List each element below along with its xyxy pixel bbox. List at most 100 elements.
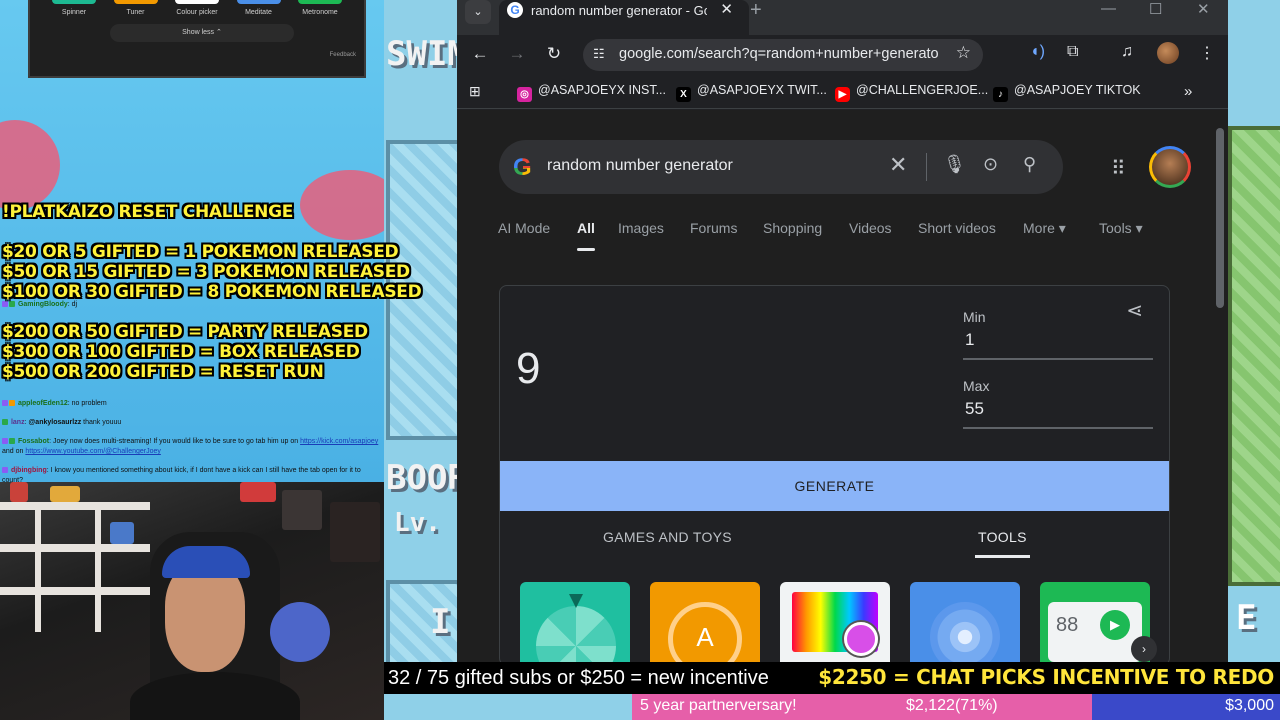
site-info-icon[interactable]: ☷: [593, 46, 605, 62]
incentive-ticker: 32 / 75 gifted subs or $250 = new incent…: [384, 662, 1280, 694]
tuner-tool[interactable]: Tuner: [110, 0, 162, 18]
next-arrow-button[interactable]: ›: [1131, 636, 1157, 662]
new-tab-button[interactable]: +: [750, 0, 762, 22]
close-tab-icon[interactable]: ✕: [720, 0, 733, 18]
metronome-bpm: 88: [1056, 614, 1079, 636]
chat-message: appleofEden12: no problem: [2, 399, 382, 409]
profile-avatar[interactable]: [1157, 42, 1179, 64]
tab-images[interactable]: Images: [618, 220, 664, 236]
search-box[interactable]: G random number generator ✕ 🎙 ⊙ ⚲: [499, 140, 1063, 194]
meditate-tool[interactable]: Meditate: [233, 0, 285, 18]
plush-toy: [270, 602, 330, 662]
clear-search-icon[interactable]: ✕: [889, 152, 907, 178]
reload-button[interactable]: ↻: [544, 44, 564, 64]
kick-link[interactable]: https://kick.com/asapjoey: [300, 438, 378, 445]
audio-icon[interactable]: ◖): [1030, 43, 1045, 61]
webcam-feed: [0, 482, 384, 720]
goal-current: $2,122(71%): [906, 697, 998, 714]
tab-tools[interactable]: Tools ▾: [1099, 220, 1143, 237]
spinner-tool[interactable]: Spinner: [48, 0, 100, 18]
min-label: Min: [963, 309, 986, 325]
bookmark-instagram[interactable]: ◎ @ASAPJOEYX INST...: [517, 83, 666, 102]
spinner-wheel-icon: [536, 606, 616, 665]
feedback-link[interactable]: Feedback: [330, 52, 356, 58]
address-bar[interactable]: ☷ google.com/search?q=random+number+gene…: [583, 39, 983, 71]
x-icon: X: [676, 87, 691, 102]
show-less-button[interactable]: Show less ⌃: [110, 24, 294, 42]
bookmark-star-icon[interactable]: ☆: [956, 43, 971, 63]
lens-search-icon[interactable]: ⊙: [983, 154, 998, 175]
challenge-tier: $300 OR 100 GIFTED = BOX RELEASED: [2, 342, 360, 362]
colour-picker-card[interactable]: [780, 582, 890, 665]
browser-tab-active[interactable]: G random number generator - Google Searc…: [499, 0, 749, 35]
min-input[interactable]: 1: [963, 330, 1153, 360]
chat-message: djbingbing: I know you mentioned somethi…: [2, 467, 361, 484]
challenge-overlay: !PLATKAIZO RESET CHALLENGE $20 OR 5 GIFT…: [2, 202, 462, 382]
game-text: SWIM: [386, 34, 468, 74]
max-label: Max: [963, 378, 990, 394]
back-button[interactable]: ←: [470, 44, 490, 64]
google-apps-icon[interactable]: ⠿: [1111, 156, 1126, 181]
forward-button[interactable]: →: [507, 44, 527, 64]
search-query: random number generator: [547, 157, 733, 174]
chat-username[interactable]: djbingbing: [11, 467, 47, 474]
spinner-card[interactable]: [520, 582, 630, 665]
tab-all[interactable]: All: [577, 220, 595, 251]
tab-bar: ⌄ G random number generator - Google Sea…: [457, 0, 1228, 35]
game-text: Lv.: [394, 508, 441, 538]
colour-picker-tool[interactable]: Colour picker: [171, 0, 223, 18]
metronome-tool[interactable]: Metronome: [294, 0, 346, 18]
tab-videos[interactable]: Videos: [849, 220, 892, 236]
maximize-button[interactable]: ☐: [1149, 0, 1162, 18]
tab-games-and-toys[interactable]: GAMES AND TOYS: [603, 529, 732, 545]
bookmark-youtube[interactable]: ▶ @CHALLENGERJOE...: [835, 83, 988, 102]
challenge-title: !PLATKAIZO RESET CHALLENGE: [2, 202, 294, 222]
extensions-icon[interactable]: ⧉: [1067, 43, 1078, 61]
tab-tools-category[interactable]: TOOLS: [975, 529, 1030, 558]
generate-button[interactable]: GENERATE: [500, 461, 1169, 511]
browser-toolbar: ← → ↻ ☷ google.com/search?q=random+numbe…: [457, 35, 1228, 75]
share-icon[interactable]: ⋖: [1126, 298, 1143, 323]
minimize-button[interactable]: —: [1101, 0, 1116, 17]
tuner-card[interactable]: A: [650, 582, 760, 665]
apps-grid-icon[interactable]: ⊞: [469, 83, 481, 100]
decor-blob: [0, 120, 60, 210]
bookmark-x[interactable]: X @ASAPJOEYX TWIT...: [676, 83, 827, 102]
chat-message: Fossabot: Joey now does multi-streaming!…: [2, 438, 379, 455]
youtube-link[interactable]: https://www.youtube.com/@ChallengerJoey: [25, 448, 161, 455]
streamer: [165, 562, 245, 672]
tab-forums[interactable]: Forums: [690, 220, 737, 236]
rng-result: 9: [516, 344, 541, 393]
more-bookmarks-icon[interactable]: »: [1184, 83, 1192, 100]
random-number-generator-widget: 9 ⋖ Min 1 Max 55 GENERATE GAMES AND TOYS…: [499, 285, 1170, 666]
goal-progress-bar: 5 year partnerversary! $2,122(71%) $3,00…: [632, 694, 1280, 720]
tab-search-button[interactable]: ⌄: [465, 0, 491, 24]
instagram-icon: ◎: [517, 87, 532, 102]
chat-username[interactable]: lanz: [11, 419, 25, 426]
tab-short-videos[interactable]: Short videos: [918, 220, 996, 236]
tiktok-icon: ♪: [993, 87, 1008, 102]
ticker-left-text: 32 / 75 gifted subs or $250 = new incent…: [388, 667, 769, 689]
voice-search-icon[interactable]: 🎙: [943, 154, 966, 175]
challenge-tier: $50 OR 15 GIFTED = 3 POKEMON RELEASED: [2, 262, 410, 282]
menu-kebab-icon[interactable]: ⋮: [1199, 43, 1215, 63]
tab-more[interactable]: More ▾: [1023, 220, 1066, 237]
chat-username[interactable]: Fossabot: [18, 438, 49, 445]
streamer-cap: [162, 546, 250, 578]
youtube-icon: ▶: [835, 87, 850, 102]
google-logo-icon: G: [513, 154, 532, 181]
chat-message: lanz: @ankylosaurlzz thank youuu: [2, 418, 382, 428]
account-avatar[interactable]: [1149, 146, 1191, 188]
address-url: google.com/search?q=random+number+genera…: [619, 46, 939, 62]
tab-shopping[interactable]: Shopping: [763, 220, 822, 236]
page-scrollbar[interactable]: [1216, 118, 1224, 663]
tab-ai-mode[interactable]: AI Mode: [498, 220, 550, 236]
max-input[interactable]: 55: [963, 399, 1153, 429]
meditate-icon: [930, 602, 1000, 665]
search-icon[interactable]: ⚲: [1023, 154, 1036, 175]
close-window-button[interactable]: ✕: [1197, 0, 1210, 18]
bookmark-tiktok[interactable]: ♪ @ASAPJOEY TIKTOK: [993, 83, 1141, 102]
meditate-card[interactable]: [910, 582, 1020, 665]
chat-username[interactable]: appleofEden12: [18, 400, 68, 407]
media-controls-icon[interactable]: ♫: [1121, 43, 1133, 61]
